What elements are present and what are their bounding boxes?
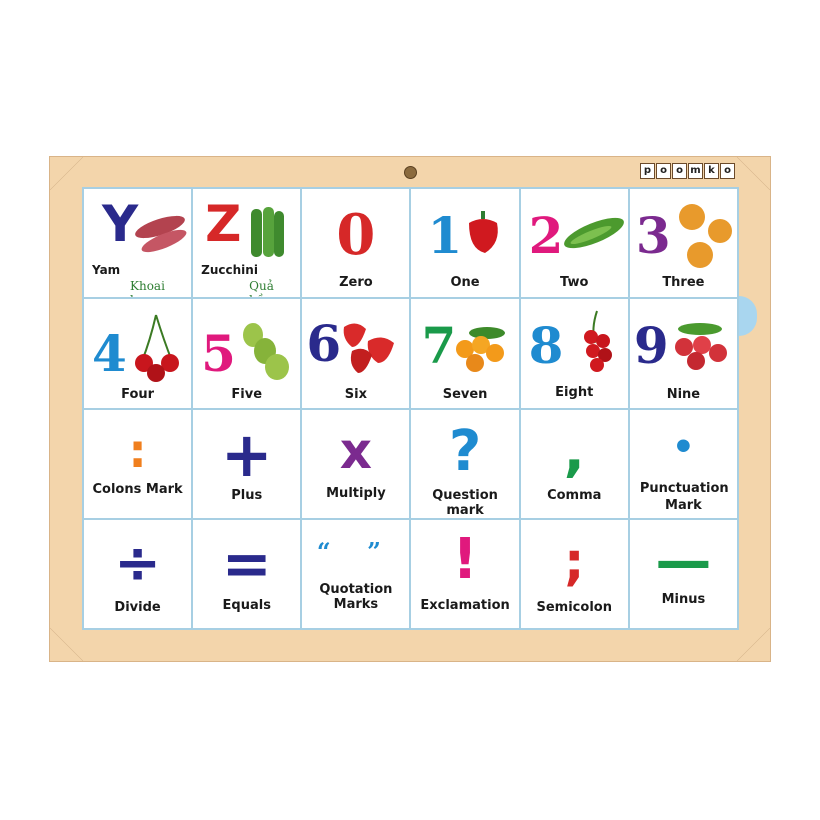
strawberry-icon [343,323,395,374]
card-yam[interactable]: Y Yam Khoai lang [84,189,192,298]
card-label: Colons Mark [92,481,183,497]
card-two[interactable]: 2 Two [520,189,628,298]
card-exclamation[interactable]: ! Exclamation [411,519,519,628]
berries-icon [583,310,612,373]
card-label: Equals [222,597,271,613]
pear-icon [243,323,290,381]
card-subtitle: Quả bầu [249,279,274,297]
card-glyph: 1 [427,206,463,265]
card-glyph: — [655,528,712,594]
logo-letter: o [656,163,671,179]
logo-letter: m [688,163,703,179]
card-glyph: ? [448,418,482,484]
radish-icon [674,323,727,371]
card-label: Punctuation Mark [639,480,729,513]
logo-letter: p [640,163,655,179]
card-equals[interactable]: = Equals [193,519,301,628]
card-label: Nine [666,387,701,403]
card-label: Six [344,387,368,403]
card-label: Semicolon [536,599,612,615]
card-subtitle: Khoai lang [130,279,165,297]
card-label: Minus [661,591,706,607]
card-label: Question mark [432,487,498,518]
card-glyph: 6 [306,314,342,374]
card-eight[interactable]: 8 Eight [520,299,628,408]
card-seven[interactable]: 7 Seven [411,299,519,408]
logo-letter: o [672,163,687,179]
card-glyph: • [671,426,695,468]
card-glyph: ! [452,526,478,592]
card-label: One [450,275,480,290]
card-label: Zero [339,275,373,290]
card-label: Exclamation [420,597,510,613]
card-label: Four [121,387,155,403]
card-label: Plus [231,487,263,503]
card-nine[interactable]: 9 Nine [629,299,737,408]
card-four[interactable]: 4 Four [84,299,192,408]
card-glyph: = [221,528,272,599]
card-glyph: 9 [633,316,669,376]
card-quotation-marks[interactable]: “ ” Quotation Marks [302,519,410,628]
orange-fruit-icon [456,327,506,373]
card-glyph: 4 [92,324,127,384]
card-five[interactable]: 5 Five [193,299,301,408]
card-glyph: “ ” [316,536,395,566]
cucumber-icon [563,217,624,249]
card-grid: Y Yam Khoai lang Z Zucchini Quả bầu 0 Ze… [82,187,739,630]
card-glyph: 5 [201,324,236,384]
card-glyph: 3 [635,206,671,265]
card-label: Yam [92,263,121,277]
sweet-potato-icon [135,215,187,253]
card-colons-mark[interactable]: : Colons Mark [84,409,192,518]
card-glyph: , [563,418,585,484]
cherry-icon [135,314,179,383]
card-glyph: x [339,421,373,480]
card-glyph: 8 [528,316,564,376]
card-punctuation-mark[interactable]: • Punctuation Mark [629,409,737,518]
card-label: Seven [442,387,488,403]
onion-icon [678,204,732,268]
card-comma[interactable]: , Comma [520,409,628,518]
logo-letter: k [704,163,719,179]
card-six[interactable]: 6 Six [302,299,410,408]
zucchini-icon [251,207,285,257]
card-glyph: + [220,417,273,491]
brand-logo: p o o m k o [640,163,735,179]
card-glyph: : [128,423,147,478]
card-divide[interactable]: ÷ Divide [84,519,192,628]
card-label: Three [662,275,705,290]
card-zero[interactable]: 0 Zero [302,189,410,298]
screw-icon [404,166,417,179]
card-glyph: ÷ [114,530,162,596]
card-plus[interactable]: + Plus [193,409,301,518]
card-label: Eight [555,385,594,401]
card-label: Five [231,387,263,403]
card-glyph: Z [205,195,242,253]
card-label: Divide [114,599,161,615]
card-three[interactable]: 3 Three [629,189,737,298]
logo-letter: o [720,163,735,179]
card-label: Multiply [326,485,386,501]
card-zucchini[interactable]: Z Zucchini Quả bầu [193,189,301,298]
card-label: Zucchini [201,263,258,277]
card-multiply[interactable]: x Multiply [302,409,410,518]
card-semicolon[interactable]: ; Semicolon [520,519,628,628]
red-pepper-icon [469,211,499,253]
card-label: Comma [547,487,602,503]
card-question-mark[interactable]: ? Question mark [411,409,519,518]
card-label: Quotation Marks [319,581,393,612]
card-glyph: 0 [336,202,376,268]
card-glyph: ; [563,531,585,592]
card-one[interactable]: 1 One [411,189,519,298]
card-minus[interactable]: — Minus [629,519,737,628]
card-label: Two [560,275,589,290]
card-glyph: 2 [528,206,564,265]
